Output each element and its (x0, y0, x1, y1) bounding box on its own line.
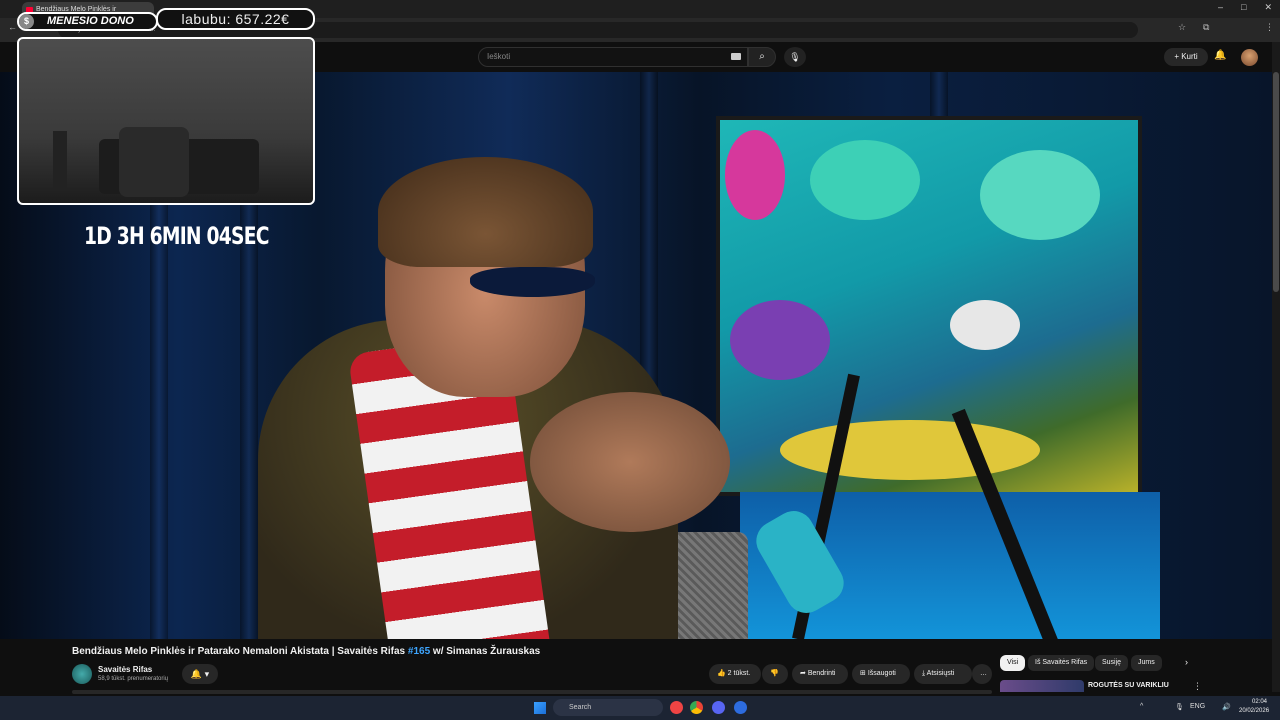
channel-name[interactable]: Savaitės Rifas (98, 665, 152, 674)
dislike-icon: 👎 (770, 670, 779, 677)
description-box[interactable] (72, 690, 992, 694)
maximize-button[interactable]: □ (1241, 2, 1246, 13)
download-label: Atsisiųsti (926, 670, 955, 677)
painting-coral-shape (980, 150, 1100, 240)
taskbar-app-icon[interactable] (670, 701, 683, 714)
webcam-bottle (53, 131, 67, 191)
microphone-icon[interactable]: 🎙 (1175, 703, 1184, 711)
voice-search-button[interactable]: 🎙 (784, 47, 806, 67)
subscription-bell-button[interactable]: 🔔 ▾ (182, 664, 218, 684)
clock-time[interactable]: 02:04 (1252, 699, 1267, 705)
chip-for-you[interactable]: Jums (1131, 655, 1162, 671)
dislike-button[interactable]: 👎 (762, 664, 788, 684)
recommendation-thumbnail[interactable] (1000, 680, 1084, 692)
chip-all[interactable]: Visi (1000, 655, 1026, 671)
share-button[interactable]: ➦ Bendrinti (792, 664, 848, 684)
video-title-main: Bendžiaus Melo Pinklės ir Patarako Nemal… (72, 646, 408, 657)
channel-avatar[interactable] (72, 664, 92, 684)
chevron-down-icon: ▾ (204, 669, 210, 679)
bookmark-star-icon[interactable]: ☆ (1178, 22, 1186, 33)
scrollbar-thumb[interactable] (1273, 72, 1279, 292)
donor-label: MENESIO DONO (47, 15, 134, 27)
video-title: Bendžiaus Melo Pinklės ir Patarako Nemal… (72, 646, 540, 657)
microphone-icon: 🎙 (789, 52, 801, 62)
bell-icon: 🔔 (190, 669, 203, 679)
create-button[interactable]: + Kurti (1164, 48, 1208, 66)
search-input[interactable]: Ieškoti (478, 47, 748, 67)
like-icon: 👍 (717, 670, 726, 677)
taskbar-search[interactable]: Search (553, 699, 663, 716)
painting-sand-shape (780, 420, 1040, 480)
browser-menu-icon[interactable]: ⋮ (1265, 22, 1274, 33)
chrome-icon[interactable] (690, 701, 703, 714)
webcam-overlay (17, 37, 315, 205)
taskbar-search-label: Search (569, 704, 592, 711)
create-label: Kurti (1181, 52, 1198, 61)
painting-octopus-shape (730, 300, 830, 380)
keyboard-icon[interactable] (731, 53, 741, 60)
clock-date[interactable]: 20/02/2026 (1239, 708, 1269, 714)
recommendation-title[interactable]: ROGUTĖS SU VARIKLIU (1088, 682, 1169, 689)
windows-icon[interactable] (534, 702, 546, 714)
save-label: Išsaugoti (867, 670, 896, 677)
background-painting (716, 116, 1142, 496)
chip-related[interactable]: Susiję (1095, 655, 1129, 671)
share-icon: ➦ (800, 670, 806, 677)
chevron-right-icon[interactable]: › (1185, 657, 1188, 667)
webcam-chair (119, 127, 189, 197)
host-hair (378, 157, 593, 267)
download-icon: ⤓ (922, 670, 926, 677)
recommendation-menu-icon[interactable]: ⋮ (1193, 681, 1202, 692)
host-arm (530, 392, 730, 532)
painting-shark-shape (950, 300, 1020, 350)
save-button[interactable]: ⊞ Išsaugoti (852, 664, 910, 684)
hashtag-link[interactable]: #165 (408, 646, 430, 657)
language-indicator[interactable]: ENG (1190, 703, 1205, 710)
host-sunglasses (470, 267, 595, 297)
avatar[interactable] (1241, 49, 1258, 66)
subscriber-count: 58,9 tūkst. prenumeratorių (98, 676, 169, 682)
like-count: 2 tūkst. (727, 670, 751, 677)
close-window-button[interactable]: ✕ (1264, 2, 1272, 13)
window-controls: – □ ✕ (1218, 2, 1272, 13)
discord-icon[interactable] (712, 701, 725, 714)
video-title-rest: w/ Simanas Žurauskas (430, 646, 541, 657)
download-button[interactable]: ⤓ Atsisiųsti (914, 664, 972, 684)
tray-chevron-icon[interactable]: ^ (1140, 703, 1143, 710)
painting-coral-shape (810, 140, 920, 220)
donor-badge: MENESIO DONO (17, 12, 158, 31)
volume-icon[interactable]: 🔊 (1222, 703, 1231, 711)
donation-amount: labubu: 657.22€ (156, 8, 315, 30)
save-icon: ⊞ (860, 670, 866, 677)
search-button[interactable]: ⌕ (748, 47, 776, 67)
more-actions-button[interactable]: … (972, 664, 992, 684)
back-icon[interactable]: ← (8, 22, 17, 32)
chip-from-channel[interactable]: Iš Savaitės Rifas (1028, 655, 1095, 671)
search-icon: ⌕ (759, 51, 765, 62)
minimize-button[interactable]: – (1218, 2, 1223, 13)
taskbar-app-icon[interactable] (734, 701, 747, 714)
countdown-timer: 1D 3H 6MIN 04SEC (84, 222, 269, 250)
like-button[interactable]: 👍 2 tūkst. (709, 664, 761, 684)
extensions-icon[interactable]: ⧉ (1203, 22, 1209, 33)
page-scrollbar[interactable] (1272, 42, 1280, 692)
bell-icon[interactable]: 🔔 (1214, 50, 1226, 61)
painting-octopus-shape (725, 130, 785, 220)
share-label: Bendrinti (807, 670, 836, 677)
coin-icon: $ (19, 14, 34, 29)
